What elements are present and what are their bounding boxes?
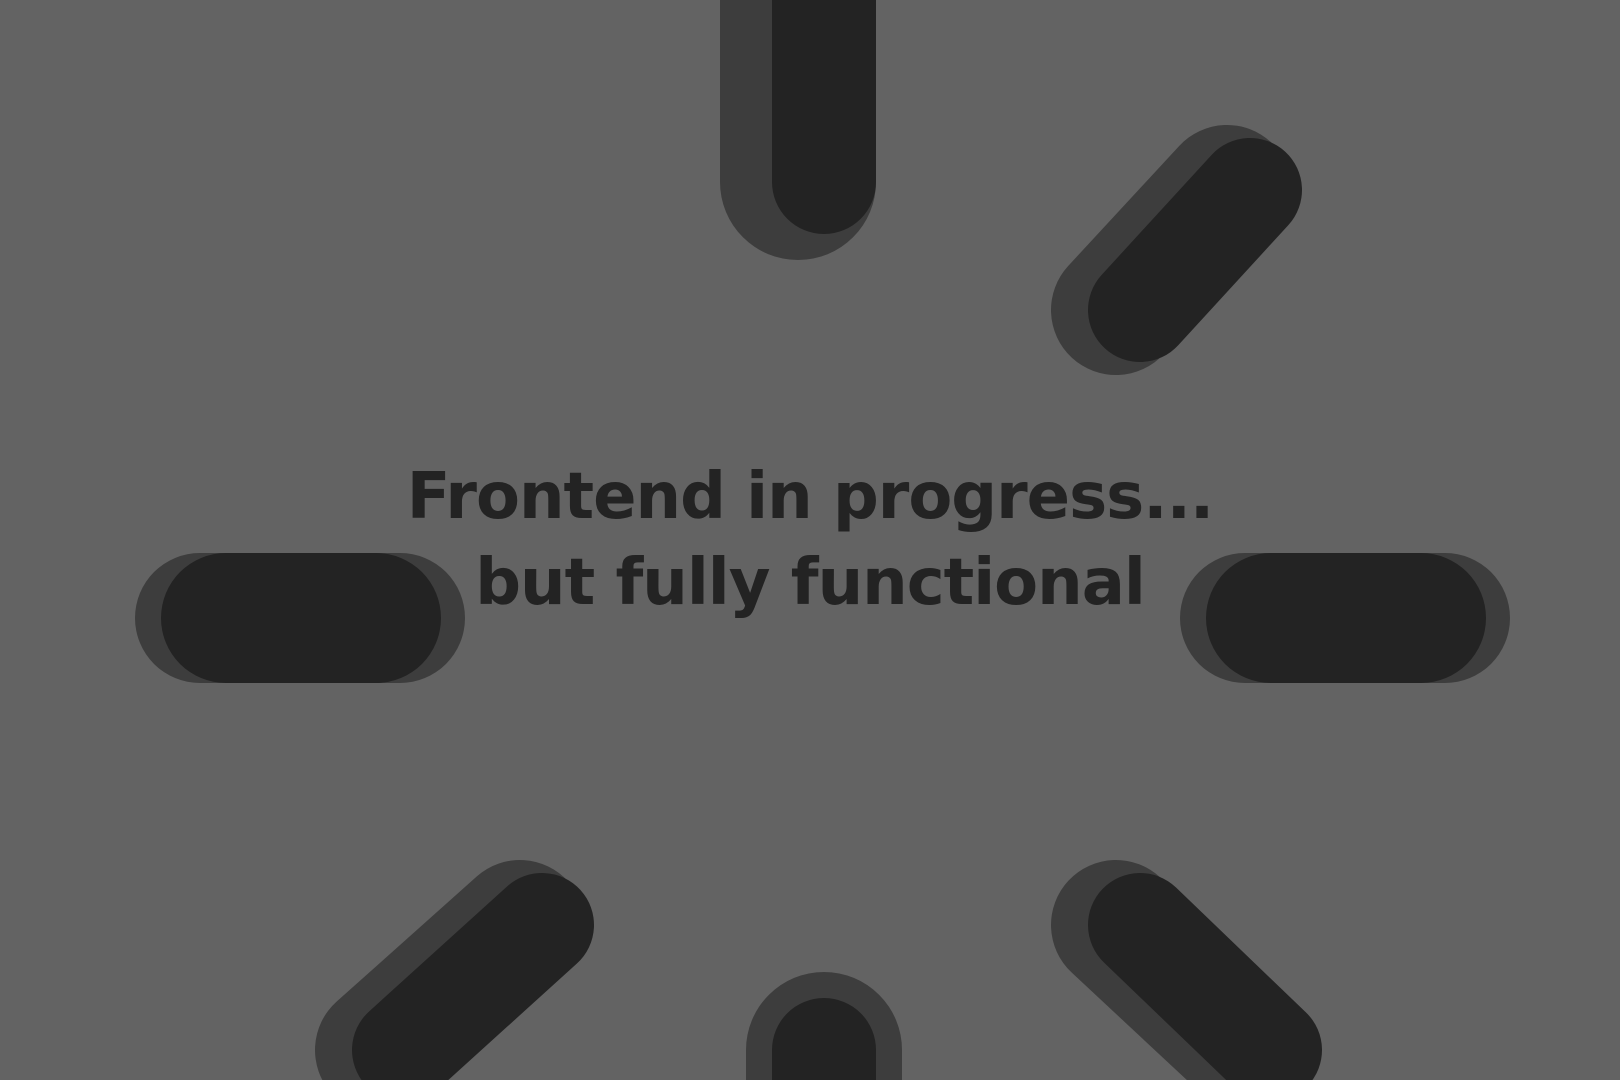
spinner-spoke-bottom-left (315, 860, 594, 1080)
spinner-spoke-bottom-right (1051, 860, 1322, 1080)
loading-screen: Frontend in progress... but fully functi… (0, 0, 1620, 1080)
spinner-spoke-top (720, 0, 876, 260)
loading-headline: Frontend in progress... (406, 460, 1214, 534)
spinner-spoke-top-right (1051, 125, 1302, 375)
loading-subline: but fully functional (475, 546, 1146, 620)
loading-message: Frontend in progress... but fully functi… (0, 454, 1620, 626)
